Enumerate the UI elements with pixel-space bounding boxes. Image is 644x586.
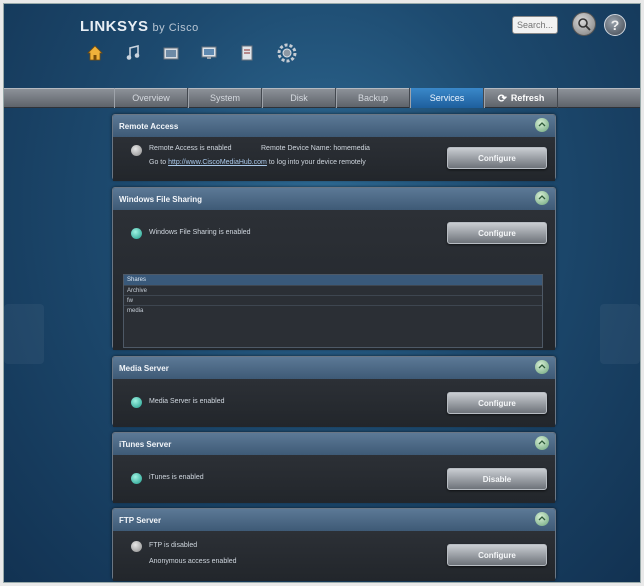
refresh-button[interactable]: ⟳ Refresh — [484, 88, 558, 108]
home-icon[interactable] — [86, 44, 104, 62]
table-row[interactable]: Archive — [124, 285, 542, 295]
collapse-toggle-icon[interactable] — [535, 191, 549, 205]
gear-icon[interactable] — [276, 42, 298, 64]
media-server-status: Media Server is enabled — [149, 398, 225, 405]
brand-logo: LINKSYS by Cisco — [80, 18, 199, 35]
ftp-server-panel: FTP Server FTP is disabled Anonymous acc… — [112, 508, 556, 581]
link-prefix: Go to — [149, 159, 167, 166]
help-button[interactable]: ? — [604, 14, 626, 36]
tab-label: Disk — [290, 93, 308, 103]
tab-label: System — [209, 93, 240, 103]
music-icon[interactable] — [124, 44, 142, 62]
status-indicator-icon — [131, 541, 142, 552]
itunes-server-panel: iTunes Server iTunes is enabled Disable — [112, 432, 556, 503]
panel-title: Windows File Sharing — [113, 188, 555, 210]
document-icon[interactable] — [238, 44, 256, 62]
panel-title-text: Windows File Sharing — [119, 195, 203, 204]
collapse-toggle-icon[interactable] — [535, 436, 549, 450]
panel-title-text: Remote Access — [119, 122, 179, 131]
itunes-status: iTunes is enabled — [149, 474, 204, 481]
itunes-disable-button[interactable]: Disable — [447, 468, 547, 490]
main-tabs: Overview System Disk Backup Services ⟳ Re… — [114, 88, 558, 108]
panel-body: iTunes is enabled Disable — [113, 455, 555, 503]
search-input[interactable] — [512, 16, 558, 34]
remote-device-name: Remote Device Name: homemedia — [261, 145, 370, 152]
ftp-status: FTP is disabled — [149, 542, 198, 549]
media-server-panel: Media Server Media Server is enabled Con… — [112, 356, 556, 427]
panel-body: FTP is disabled Anonymous access enabled… — [113, 531, 555, 581]
table-row[interactable]: media — [124, 305, 542, 315]
tab-label: Overview — [132, 93, 170, 103]
status-indicator-icon — [131, 145, 142, 156]
search-button[interactable] — [572, 12, 596, 36]
remote-configure-button[interactable]: Configure — [447, 147, 547, 169]
shares-table: Shares Archive fw media — [123, 274, 543, 348]
help-icon: ? — [610, 17, 620, 33]
remote-access-link[interactable]: http://www.CiscoMediaHub.com — [168, 159, 267, 166]
ftp-configure-button[interactable]: Configure — [447, 544, 547, 566]
link-suffix: to log into your device remotely — [268, 159, 366, 166]
video-icon[interactable] — [200, 44, 218, 62]
panel-body: Media Server is enabled Configure — [113, 379, 555, 427]
tab-system[interactable]: System — [188, 88, 262, 108]
ftp-anonymous-status: Anonymous access enabled — [149, 558, 237, 565]
panel-title-text: FTP Server — [119, 516, 162, 525]
refresh-icon: ⟳ — [497, 92, 507, 105]
panel-body: Windows File Sharing is enabled Configur… — [113, 210, 555, 350]
refresh-label: Refresh — [510, 93, 545, 103]
collapse-toggle-icon[interactable] — [535, 118, 549, 132]
table-row[interactable]: fw — [124, 295, 542, 305]
media-server-configure-button[interactable]: Configure — [447, 392, 547, 414]
tab-label: Services — [429, 93, 465, 103]
panel-title: iTunes Server — [113, 433, 555, 455]
search-icon — [578, 18, 591, 31]
collapse-toggle-icon[interactable] — [535, 360, 549, 374]
panel-body: Remote Access is enabled Remote Device N… — [113, 137, 555, 181]
remote-access-panel: Remote Access Remote Access is enabled R… — [112, 114, 556, 181]
tab-services[interactable]: Services — [410, 88, 484, 108]
remote-link-line: Go to http://www.CiscoMediaHub.com to lo… — [149, 159, 366, 166]
windows-share-status: Windows File Sharing is enabled — [149, 229, 251, 236]
left-shade — [4, 304, 44, 364]
right-shade — [600, 304, 640, 364]
shares-header: Shares — [124, 275, 542, 285]
status-indicator-icon — [131, 397, 142, 408]
tab-overview[interactable]: Overview — [114, 88, 188, 108]
brand-by: by Cisco — [152, 22, 199, 34]
panel-title: FTP Server — [113, 509, 555, 531]
status-indicator-icon — [131, 228, 142, 239]
photo-icon[interactable] — [162, 44, 180, 62]
windows-share-configure-button[interactable]: Configure — [447, 222, 547, 244]
tab-backup[interactable]: Backup — [336, 88, 410, 108]
remote-status: Remote Access is enabled — [149, 145, 232, 152]
status-indicator-icon — [131, 473, 142, 484]
brand-name: LINKSYS — [80, 18, 149, 35]
panel-title: Remote Access — [113, 115, 555, 137]
windows-file-sharing-panel: Windows File Sharing Windows File Sharin… — [112, 187, 556, 350]
panel-title-text: iTunes Server — [119, 440, 172, 449]
tab-disk[interactable]: Disk — [262, 88, 336, 108]
collapse-toggle-icon[interactable] — [535, 512, 549, 526]
panel-title: Media Server — [113, 357, 555, 379]
tab-label: Backup — [357, 93, 389, 103]
panel-title-text: Media Server — [119, 364, 169, 373]
header-icon-bar — [86, 42, 298, 64]
app-frame: LINKSYSby Cisco ? Overview System Disk B… — [3, 3, 641, 583]
